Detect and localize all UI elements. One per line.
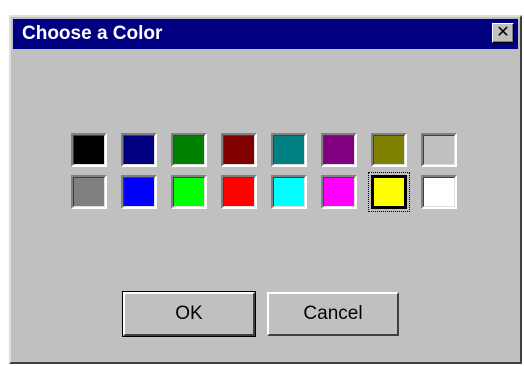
color-swatch[interactable] xyxy=(321,175,357,209)
color-swatch-fill xyxy=(123,177,155,207)
color-swatch[interactable] xyxy=(368,172,410,212)
color-swatch[interactable] xyxy=(271,133,307,167)
color-swatch-fill xyxy=(123,135,155,165)
color-swatch[interactable] xyxy=(121,175,157,209)
color-swatch-fill xyxy=(173,177,205,207)
color-swatch-fill xyxy=(223,135,255,165)
color-swatch[interactable] xyxy=(221,175,257,209)
color-swatch-fill xyxy=(423,135,455,165)
color-swatch[interactable] xyxy=(121,133,157,167)
color-row-2 xyxy=(71,172,457,212)
close-icon: ✕ xyxy=(496,24,510,41)
title-bar: Choose a Color ✕ xyxy=(13,19,518,49)
color-swatch[interactable] xyxy=(171,133,207,167)
color-swatch[interactable] xyxy=(221,133,257,167)
dialog-title: Choose a Color xyxy=(22,23,163,44)
color-swatch-fill xyxy=(223,177,255,207)
color-swatch-fill xyxy=(373,135,405,165)
cancel-button[interactable]: Cancel xyxy=(267,292,399,336)
choose-color-dialog: Choose a Color ✕ OK Cancel xyxy=(9,15,522,364)
color-swatch-fill xyxy=(423,177,455,207)
color-swatch[interactable] xyxy=(421,133,457,167)
color-swatch-fill xyxy=(273,135,305,165)
ok-button[interactable]: OK xyxy=(122,291,256,337)
color-swatch-fill xyxy=(323,135,355,165)
close-button[interactable]: ✕ xyxy=(492,23,514,43)
color-row-1 xyxy=(71,133,457,167)
color-swatch-fill xyxy=(73,135,105,165)
color-swatch-fill xyxy=(373,177,405,207)
color-swatch-fill xyxy=(73,177,105,207)
color-swatch[interactable] xyxy=(71,175,107,209)
color-swatch-fill xyxy=(273,177,305,207)
color-swatch[interactable] xyxy=(371,133,407,167)
color-swatch[interactable] xyxy=(321,133,357,167)
color-swatch[interactable] xyxy=(171,175,207,209)
color-swatch[interactable] xyxy=(421,175,457,209)
color-swatch-fill xyxy=(323,177,355,207)
color-swatch[interactable] xyxy=(71,133,107,167)
color-swatch[interactable] xyxy=(271,175,307,209)
color-swatch-fill xyxy=(173,135,205,165)
